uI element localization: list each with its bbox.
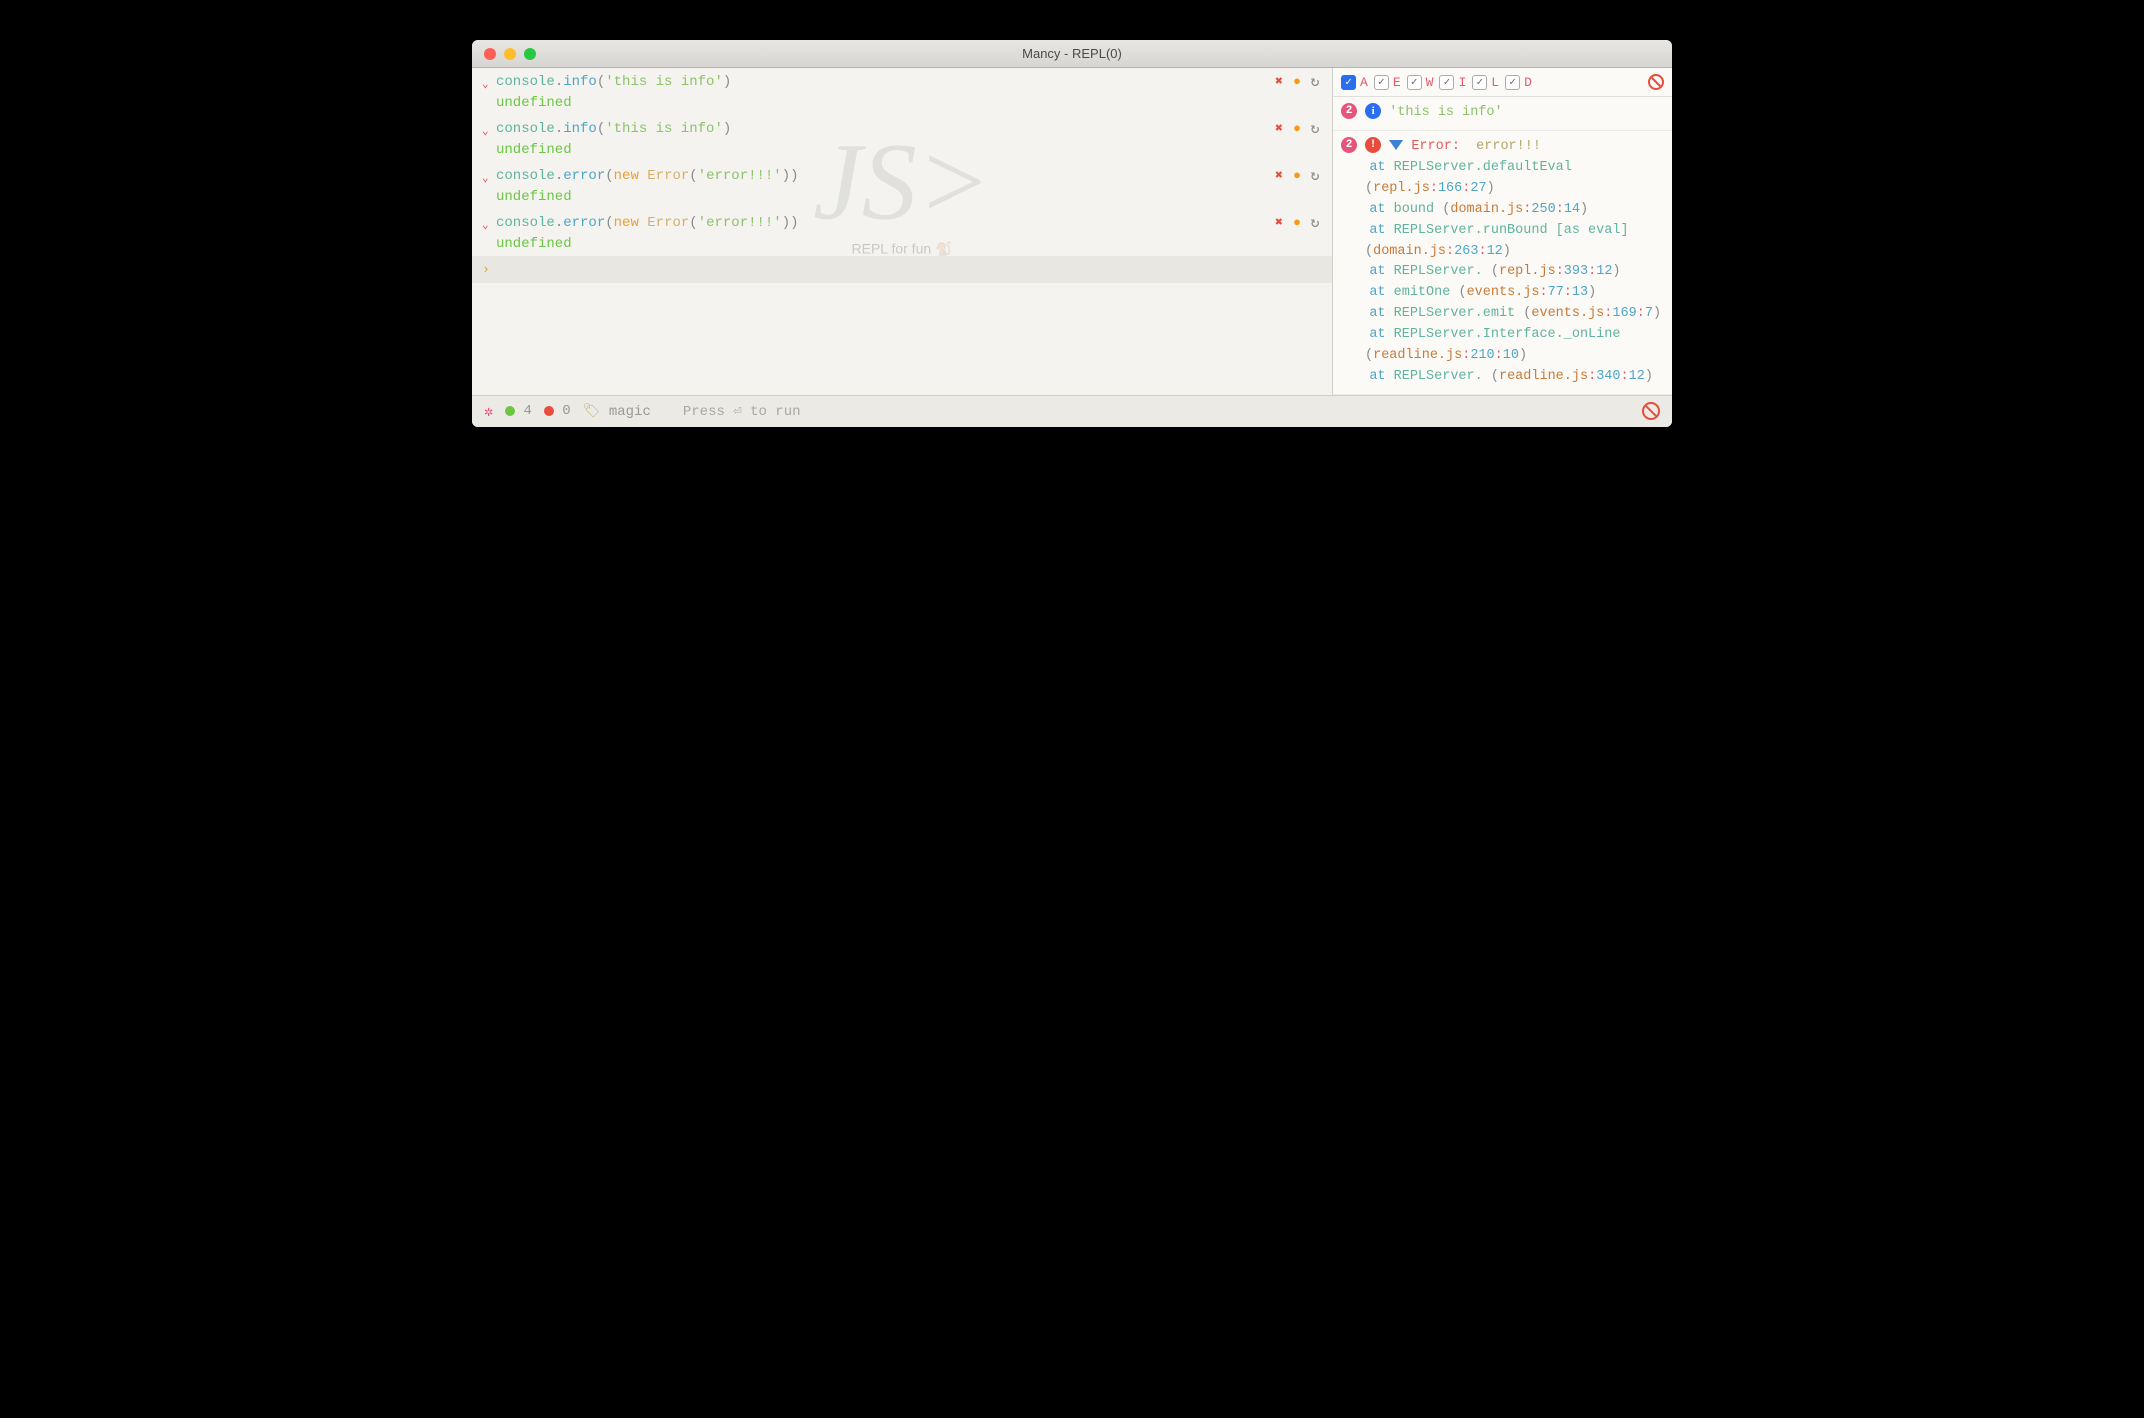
delete-entry-icon[interactable]: ✖ — [1272, 215, 1286, 229]
stack-frame: at REPLServer.defaultEval (repl.js:166:2… — [1345, 158, 1664, 200]
repl-code[interactable]: console.error(new Error('error!!!')) — [496, 168, 1272, 184]
delete-entry-icon[interactable]: ✖ — [1272, 74, 1286, 88]
repl-entry: ⌄console.error(new Error('error!!!'))✖ ● ↻… — [472, 162, 1332, 209]
repl-result: undefined — [482, 236, 1322, 252]
stack-frame: at REPLServer. (repl.js:393:12) — [1345, 262, 1664, 283]
collapse-chevron-icon[interactable]: ⌄ — [482, 74, 496, 91]
stack-frame: at bound (domain.js:250:14) — [1345, 200, 1664, 221]
run-hint: Press ⏎ to run — [683, 403, 801, 420]
prompt-chevron-icon: › — [482, 262, 496, 277]
filter-checkbox-w[interactable]: ✓ — [1407, 75, 1422, 90]
stack-trace: at REPLServer.defaultEval (repl.js:166:2… — [1341, 158, 1664, 388]
filter-label: I — [1458, 75, 1468, 90]
filter-checkbox-a[interactable]: ✓ — [1341, 75, 1356, 90]
stack-frame: at REPLServer.emit (events.js:169:7) — [1345, 304, 1664, 325]
collapse-chevron-icon[interactable]: ⌄ — [482, 121, 496, 138]
status-bar: ✲ 4 0 🏷 magic Press ⏎ to run — [472, 395, 1672, 427]
console-error-entry[interactable]: 2 ! Error: error!!! at REPLServer.defaul… — [1333, 131, 1672, 395]
repl-result: undefined — [482, 142, 1322, 158]
delete-entry-icon[interactable]: ✖ — [1272, 121, 1286, 135]
delete-entry-icon[interactable]: ✖ — [1272, 168, 1286, 182]
filter-checkbox-i[interactable]: ✓ — [1439, 75, 1454, 90]
repl-code[interactable]: console.info('this is info') — [496, 121, 1272, 137]
content-area: JS> REPL for fun 🐒 ⌄console.info('this i… — [472, 68, 1672, 395]
collapse-chevron-icon[interactable]: ⌄ — [482, 215, 496, 232]
repl-entry: ⌄console.error(new Error('error!!!'))✖ ● ↻… — [472, 209, 1332, 256]
rerun-entry-icon[interactable]: ↻ — [1308, 121, 1322, 135]
repl-result: undefined — [482, 189, 1322, 205]
rerun-entry-icon[interactable]: ↻ — [1308, 168, 1322, 182]
filter-label: D — [1524, 75, 1534, 90]
entry-actions: ✖ ● ↻ — [1272, 74, 1322, 88]
filter-checkbox-e[interactable]: ✓ — [1374, 75, 1389, 90]
repl-entry: ⌄console.info('this is info')✖ ● ↻ undefine… — [472, 68, 1332, 115]
titlebar: Mancy - REPL(0) — [472, 40, 1672, 68]
clear-icon[interactable] — [1642, 402, 1660, 420]
repl-code[interactable]: console.info('this is info') — [496, 74, 1272, 90]
stack-frame: at REPLServer. (readline.js:340:12) — [1345, 367, 1664, 388]
count-badge: 2 — [1341, 137, 1357, 153]
count-badge: 2 — [1341, 103, 1357, 119]
collapse-chevron-icon[interactable]: ⌄ — [482, 168, 496, 185]
err-count-group: 0 — [544, 403, 571, 419]
filter-label: L — [1491, 75, 1501, 90]
tag-group[interactable]: 🏷 magic — [583, 403, 651, 420]
gear-icon[interactable]: ✲ — [484, 402, 493, 421]
error-icon: ! — [1365, 137, 1381, 153]
console-pane: ✓A✓E✓W✓I✓L✓D 2 i 'this is info' 2 ! Erro… — [1332, 68, 1672, 395]
green-dot-icon — [505, 406, 515, 416]
repl-code[interactable]: console.error(new Error('error!!!')) — [496, 215, 1272, 231]
tag-icon: 🏷 — [583, 404, 601, 420]
info-icon: i — [1365, 103, 1381, 119]
window-title: Mancy - REPL(0) — [472, 46, 1672, 61]
entry-actions: ✖ ● ↻ — [1272, 215, 1322, 229]
clear-console-icon[interactable] — [1648, 74, 1664, 90]
console-info-text: 'this is info' — [1389, 105, 1502, 120]
red-dot-icon — [544, 406, 554, 416]
collapse-entry-icon[interactable]: ● — [1290, 74, 1304, 88]
error-message: error!!! — [1476, 139, 1541, 154]
entry-actions: ✖ ● ↻ — [1272, 168, 1322, 182]
rerun-entry-icon[interactable]: ↻ — [1308, 215, 1322, 229]
rerun-entry-icon[interactable]: ↻ — [1308, 74, 1322, 88]
collapse-entry-icon[interactable]: ● — [1290, 168, 1304, 182]
stack-frame: at REPLServer.runBound [as eval] (domain… — [1345, 221, 1664, 263]
stack-frame: at REPLServer.Interface._onLine (readlin… — [1345, 325, 1664, 367]
filter-checkbox-d[interactable]: ✓ — [1505, 75, 1520, 90]
filter-label: W — [1426, 75, 1436, 90]
collapse-entry-icon[interactable]: ● — [1290, 215, 1304, 229]
console-filter-bar: ✓A✓E✓W✓I✓L✓D — [1333, 68, 1672, 97]
app-window: Mancy - REPL(0) JS> REPL for fun 🐒 ⌄cons… — [472, 40, 1672, 427]
repl-result: undefined — [482, 95, 1322, 111]
filter-label: E — [1393, 75, 1403, 90]
prompt-row[interactable]: › — [472, 256, 1332, 283]
filter-checkbox-l[interactable]: ✓ — [1472, 75, 1487, 90]
expand-toggle-icon[interactable] — [1389, 140, 1403, 150]
repl-entry: ⌄console.info('this is info')✖ ● ↻ undefine… — [472, 115, 1332, 162]
ok-count: 4 — [523, 403, 531, 419]
entry-actions: ✖ ● ↻ — [1272, 121, 1322, 135]
collapse-entry-icon[interactable]: ● — [1290, 121, 1304, 135]
stack-frame: at emitOne (events.js:77:13) — [1345, 283, 1664, 304]
console-info-entry[interactable]: 2 i 'this is info' — [1333, 97, 1672, 131]
tag-text: magic — [609, 404, 651, 420]
ok-count-group: 4 — [505, 403, 532, 419]
repl-pane[interactable]: JS> REPL for fun 🐒 ⌄console.info('this i… — [472, 68, 1332, 395]
err-count: 0 — [562, 403, 570, 419]
filter-label: A — [1360, 75, 1370, 90]
error-label: Error: — [1411, 139, 1460, 154]
